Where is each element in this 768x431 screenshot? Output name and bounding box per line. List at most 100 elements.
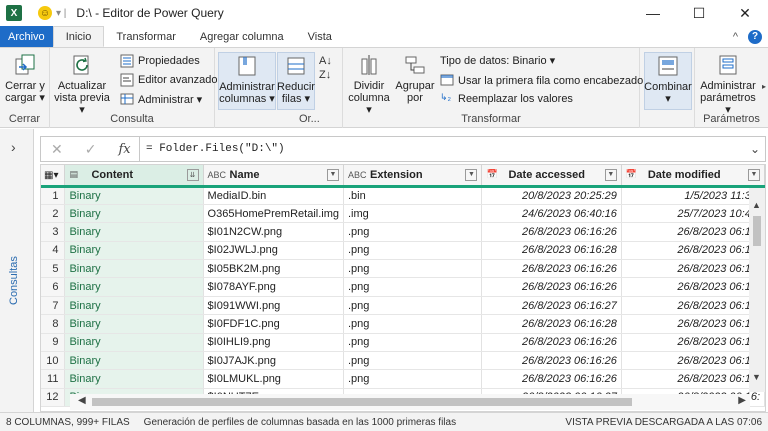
cancel-formula-icon[interactable]: ✕: [51, 141, 63, 158]
horizontal-scroll-thumb[interactable]: [92, 398, 632, 406]
commit-formula-icon[interactable]: ✓: [85, 141, 97, 158]
cell-date-accessed: 26/8/2023 06:16:26: [481, 351, 622, 371]
replace-values-button[interactable]: ↳₂ Reemplazar los valores: [440, 92, 573, 106]
scroll-up-icon[interactable]: ▲: [752, 200, 761, 210]
row-number: 11: [41, 369, 66, 389]
column-header-date-modified[interactable]: 📅 Date modified ▼: [621, 165, 765, 188]
filter-dropdown-icon[interactable]: ▼: [465, 168, 478, 181]
table-row[interactable]: 1 Binary MediaID.bin .bin 20/8/2023 20:25:29…: [41, 186, 765, 205]
row-number: 10: [41, 351, 66, 371]
text-type-icon: ABC: [207, 169, 227, 180]
column-header-extension[interactable]: ABC Extension ▼: [343, 165, 483, 188]
refresh-preview-label: Actualizar vista previa ▾: [54, 80, 110, 116]
formula-input[interactable]: = Folder.Files("D:\"): [140, 143, 745, 155]
quick-access-dropdown[interactable]: ▾ |: [56, 8, 66, 19]
manage-columns-label: Administrar columnas ▾: [219, 81, 275, 105]
maximize-button[interactable]: ☐: [676, 0, 722, 26]
status-profiling[interactable]: Generación de perfiles de columnas basad…: [144, 417, 456, 428]
table-row[interactable]: 8 Binary $I0FDF1C.png .png 26/8/2023 06:16:2…: [41, 314, 765, 334]
expand-queries-icon[interactable]: ›: [11, 139, 16, 155]
manage-columns-button[interactable]: Administrar columnas ▾: [218, 52, 276, 110]
cell-content[interactable]: Binary: [64, 277, 204, 297]
status-bar: 8 COLUMNAS, 999+ FILAS Generación de per…: [0, 412, 768, 431]
cell-name: $I01N2CW.png: [203, 222, 344, 242]
table-row[interactable]: 4 Binary $I02JWLJ.png .png 26/8/2023 06:16:2…: [41, 241, 765, 261]
cell-name: $I091WWI.png: [203, 296, 344, 316]
column-header-label: Name: [229, 168, 260, 181]
fx-icon[interactable]: fx: [118, 142, 130, 157]
tab-vista[interactable]: Vista: [296, 26, 344, 47]
reduce-rows-button[interactable]: Reducir filas ▾: [277, 52, 315, 110]
cell-extension: .png: [343, 333, 483, 353]
ribbon-scroll-right-icon[interactable]: ▸: [762, 82, 766, 91]
table-row[interactable]: 6 Binary $I078AYF.png .png 26/8/2023 06:16:2…: [41, 277, 765, 297]
table-row[interactable]: 2 Binary O365HomePremRetail.img .img 24/6/20…: [41, 204, 765, 224]
use-first-row-header-button[interactable]: Usar la primera fila como encabezado ▾: [440, 73, 652, 87]
split-column-button[interactable]: Dividir columna ▾: [347, 52, 391, 116]
filter-dropdown-icon[interactable]: ▼: [748, 168, 760, 181]
scroll-down-icon[interactable]: ▼: [752, 372, 761, 382]
tab-archivo[interactable]: Archivo: [0, 26, 53, 47]
scroll-left-icon[interactable]: ◀: [78, 395, 86, 406]
manage-button[interactable]: Administrar ▾: [120, 92, 202, 106]
column-header-date-accessed[interactable]: 📅 Date accessed ▼: [481, 165, 622, 188]
horizontal-scrollbar[interactable]: ◀ ▶: [70, 394, 750, 410]
manage-parameters-button[interactable]: Administrar parámetros ▾: [697, 52, 759, 116]
expand-content-icon[interactable]: ⇊: [186, 168, 199, 181]
cell-date-accessed: 26/8/2023 06:16:26: [481, 259, 622, 279]
tab-transformar[interactable]: Transformar: [104, 26, 188, 47]
cell-content[interactable]: Binary: [64, 333, 204, 353]
cell-content[interactable]: Binary: [64, 351, 204, 371]
help-icon[interactable]: ?: [748, 29, 762, 44]
cell-content[interactable]: Binary: [64, 314, 204, 334]
vertical-scroll-thumb[interactable]: [753, 216, 761, 246]
table-row[interactable]: 3 Binary $I01N2CW.png .png 26/8/2023 06:16:2…: [41, 222, 765, 242]
cell-content[interactable]: Binary: [64, 296, 204, 316]
table-row[interactable]: 9 Binary $I0IHLI9.png .png 26/8/2023 06:16:2…: [41, 333, 765, 353]
advanced-editor-button[interactable]: Editor avanzado: [120, 73, 218, 87]
cell-content[interactable]: Binary: [64, 186, 204, 205]
minimize-button[interactable]: —: [630, 0, 676, 26]
cell-content[interactable]: Binary: [64, 241, 204, 261]
close-and-load-button[interactable]: Cerrar y cargar ▾: [4, 52, 46, 104]
group-cerrar: Cerrar y cargar ▾ Cerrar: [0, 48, 50, 128]
collapse-ribbon-icon[interactable]: ^: [733, 31, 738, 43]
close-button[interactable]: ✕: [722, 0, 768, 26]
cell-extension: .png: [343, 314, 483, 334]
cell-content[interactable]: Binary: [64, 259, 204, 279]
group-by-button[interactable]: Agrupar por: [395, 52, 435, 104]
queries-pane-label[interactable]: Consultas: [8, 256, 20, 305]
cell-content[interactable]: Binary: [64, 369, 204, 389]
cell-content[interactable]: Binary: [64, 204, 204, 224]
tab-agregar-columna[interactable]: Agregar columna: [188, 26, 296, 47]
column-header-content[interactable]: ▤ Content ⇊: [64, 165, 204, 188]
cell-date-modified: 25/7/2023 10:45:: [621, 204, 765, 224]
group-combinar: Combinar ▾: [640, 48, 695, 128]
cell-extension: .png: [343, 277, 483, 297]
column-header-name[interactable]: ABC Name ▼: [203, 165, 344, 188]
properties-button[interactable]: Propiedades: [120, 54, 200, 68]
group-columnas-filas: Administrar columnas ▾ Reducir filas ▾ A…: [215, 48, 343, 128]
close-and-load-label: Cerrar y cargar ▾: [5, 80, 45, 104]
table-corner-menu[interactable]: ▦▾: [41, 165, 66, 188]
combine-button[interactable]: Combinar ▾: [644, 52, 692, 110]
scroll-right-icon[interactable]: ▶: [738, 395, 746, 406]
sort-icons[interactable]: A↓ Z↓: [319, 54, 332, 82]
filter-dropdown-icon[interactable]: ▼: [604, 168, 617, 181]
table-row[interactable]: 11 Binary $I0LMUKL.png .png 26/8/2023 06:16:…: [41, 369, 765, 389]
datatype-dropdown[interactable]: Tipo de datos: Binario ▾: [440, 54, 555, 67]
cell-date-modified: 26/8/2023 06:16:: [621, 296, 765, 316]
vertical-scrollbar[interactable]: ▲ ▼: [749, 188, 765, 392]
cell-date-modified: 26/8/2023 06:16:: [621, 333, 765, 353]
cell-date-accessed: 26/8/2023 06:16:26: [481, 333, 622, 353]
table-row[interactable]: 7 Binary $I091WWI.png .png 26/8/2023 06:16:2…: [41, 296, 765, 316]
expand-formula-icon[interactable]: ⌄: [745, 142, 765, 156]
refresh-preview-button[interactable]: Actualizar vista previa ▾: [54, 52, 110, 116]
cell-content[interactable]: Binary: [64, 222, 204, 242]
table-row[interactable]: 10 Binary $I0J7AJK.png .png 26/8/2023 06:16:…: [41, 351, 765, 371]
tab-inicio[interactable]: Inicio: [52, 26, 105, 47]
feedback-smiley-icon[interactable]: ☺: [38, 6, 52, 20]
table-row[interactable]: 5 Binary $I05BK2M.png .png 26/8/2023 06:16:2…: [41, 259, 765, 279]
cell-name: $I0FDF1C.png: [203, 314, 344, 334]
filter-dropdown-icon[interactable]: ▼: [326, 168, 339, 181]
